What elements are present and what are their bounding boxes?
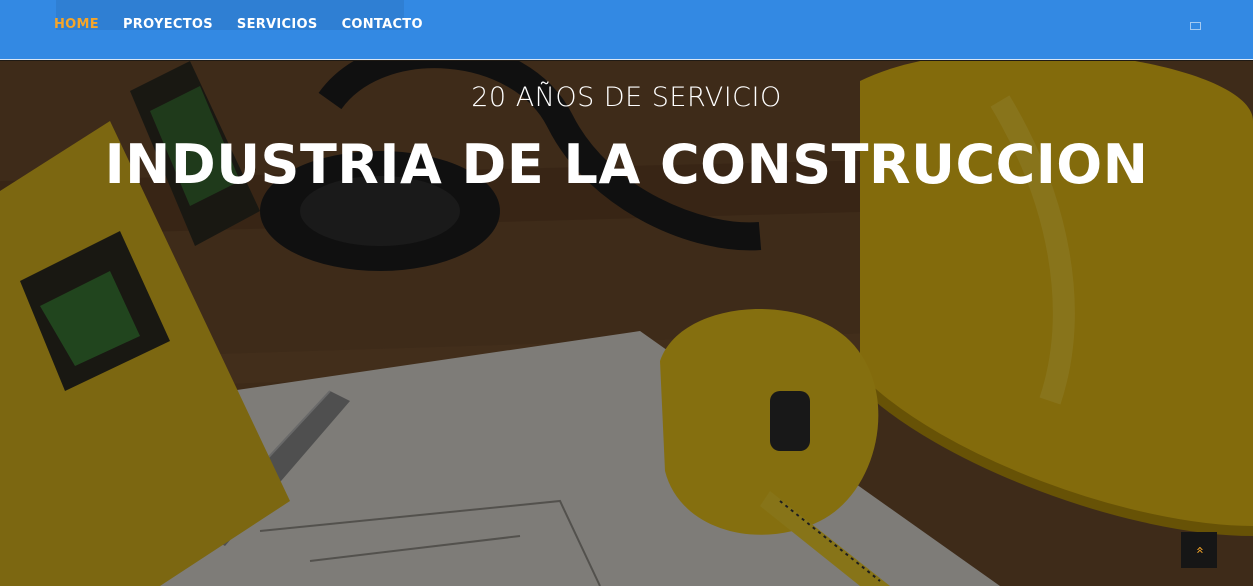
- page: HOME PROYECTOS SERVICIOS CONTACTO 20 AÑO…: [0, 0, 1253, 586]
- site-header: HOME PROYECTOS SERVICIOS CONTACTO: [0, 0, 1253, 60]
- hero-subtitle: 20 AÑOS DE SERVICIO: [471, 82, 782, 113]
- hero-title: INDUSTRIA DE LA CONSTRUCCION: [104, 133, 1149, 196]
- main-nav: HOME PROYECTOS SERVICIOS CONTACTO: [54, 17, 423, 32]
- double-chevron-up-icon: «: [1192, 546, 1207, 554]
- nav-item-servicios[interactable]: SERVICIOS: [237, 17, 318, 32]
- nav-item-home[interactable]: HOME: [54, 17, 99, 32]
- hero-section: 20 AÑOS DE SERVICIO INDUSTRIA DE LA CONS…: [0, 61, 1253, 586]
- nav-item-contacto[interactable]: CONTACTO: [342, 17, 423, 32]
- back-to-top-button[interactable]: «: [1181, 532, 1217, 568]
- menu-square-icon[interactable]: [1190, 22, 1201, 30]
- nav-item-proyectos[interactable]: PROYECTOS: [123, 17, 213, 32]
